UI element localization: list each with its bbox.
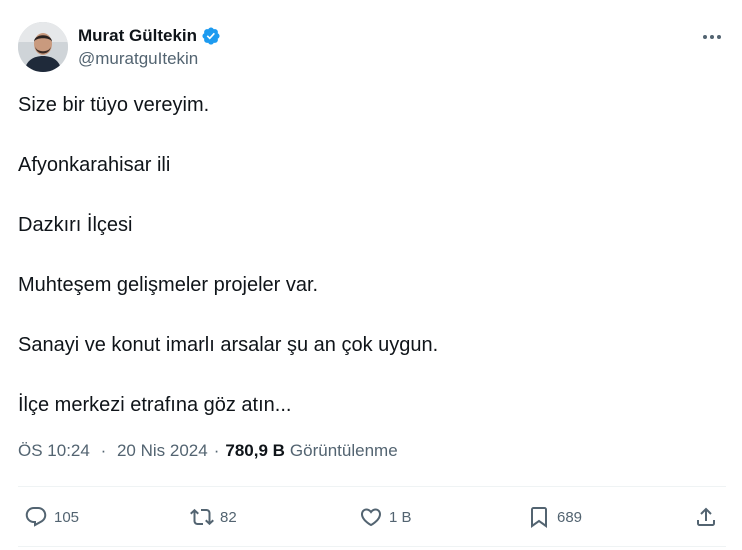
user-handle[interactable]: @muratguItekin — [78, 49, 221, 69]
views-count: 780,9 B — [225, 441, 285, 460]
tweet-text-line: Muhteşem gelişmeler projeler var. — [18, 274, 319, 296]
like-count: 1 B — [389, 508, 412, 526]
tweet-text-line: İlçe merkezi etrafına göz atın... — [18, 394, 292, 416]
tweet-timestamp[interactable]: ÖS 10:24 · 20 Nis 2024 — [18, 441, 208, 461]
divider — [18, 546, 726, 547]
tweet-text-line: Dazkırı İlçesi — [18, 214, 133, 236]
tweet-text-line: Size bir tüyo vereyim. — [18, 94, 210, 116]
tweet-text-line: Afyonkarahisar ili — [18, 154, 171, 176]
tweet-date: 20 Nis 2024 — [116, 441, 208, 460]
more-horizontal-icon — [702, 27, 722, 45]
display-name-row: Murat Gültekin — [78, 25, 221, 47]
tweet-time: ÖS 10:24 — [18, 441, 90, 460]
tweet-actions: 105 82 1 B 689 — [18, 500, 726, 534]
divider — [18, 486, 726, 487]
bookmark-icon — [527, 505, 551, 529]
tweet-text-line: Sanayi ve konut imarlı arsalar şu an çok… — [18, 334, 439, 356]
share-button[interactable] — [694, 500, 718, 534]
tweet-text: Size bir tüyo vereyim. Afyonkarahisar il… — [18, 92, 718, 452]
tweet-header: Murat Gültekin @muratguItekin — [18, 22, 221, 72]
views-label: Görüntülenme — [289, 441, 398, 460]
repost-icon — [190, 505, 214, 529]
reply-button[interactable]: 105 — [24, 500, 79, 534]
more-options-button[interactable] — [700, 24, 724, 48]
user-names: Murat Gültekin @muratguItekin — [78, 25, 221, 69]
meta-separator: · — [213, 441, 220, 460]
avatar[interactable] — [18, 22, 68, 72]
meta-separator: · — [100, 441, 107, 460]
like-button[interactable]: 1 B — [359, 500, 412, 534]
repost-count: 82 — [220, 508, 237, 526]
tweet-meta: ÖS 10:24 · 20 Nis 2024 · 780,9 B Görüntü… — [18, 441, 398, 461]
bookmark-button[interactable]: 689 — [527, 500, 582, 534]
reply-bubble-icon — [24, 505, 48, 529]
bookmark-count: 689 — [557, 508, 583, 526]
display-name[interactable]: Murat Gültekin — [78, 26, 197, 46]
share-icon — [694, 505, 718, 529]
heart-icon — [359, 505, 383, 529]
verified-badge-icon[interactable] — [201, 26, 221, 46]
reply-count: 105 — [54, 508, 80, 526]
repost-button[interactable]: 82 — [190, 500, 237, 534]
